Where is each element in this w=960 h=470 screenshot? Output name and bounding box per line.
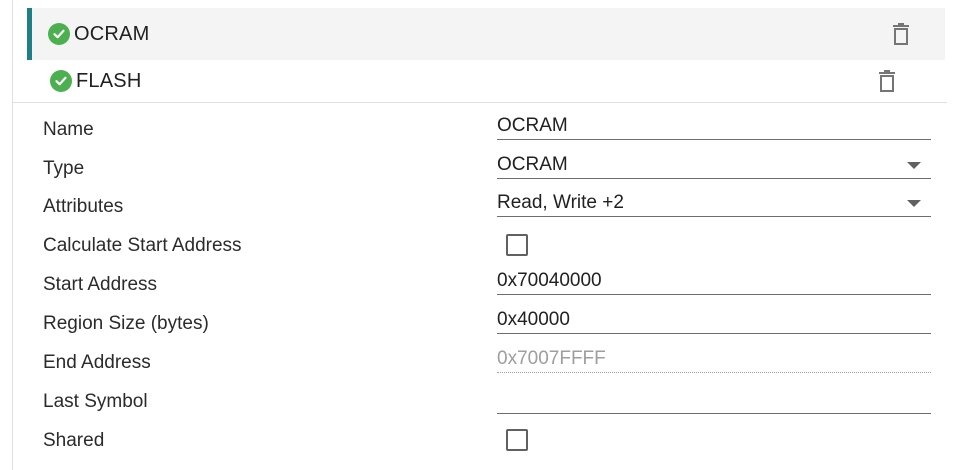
end-address-label: End Address [43, 352, 151, 373]
trash-icon[interactable] [893, 23, 909, 45]
calculate-start-row: Calculate Start Address [43, 234, 943, 264]
attributes-label: Attributes [43, 196, 124, 217]
last-symbol-label: Last Symbol [43, 391, 148, 412]
end-address-row: End Address 0x7007FFFF [43, 348, 943, 381]
shared-row: Shared [43, 429, 943, 459]
attributes-row: Attributes Read, Write +2 [43, 192, 943, 225]
caret-down-icon[interactable] [907, 162, 921, 169]
type-select[interactable]: OCRAM [497, 153, 931, 179]
last-symbol-row: Last Symbol [43, 390, 943, 420]
start-address-input[interactable]: 0x70040000 [497, 269, 931, 295]
shared-label: Shared [43, 430, 105, 451]
region-size-row: Region Size (bytes) 0x40000 [43, 309, 943, 342]
region-size-label: Region Size (bytes) [43, 313, 209, 334]
end-address-field: 0x7007FFFF [497, 347, 931, 373]
attributes-select[interactable]: Read, Write +2 [497, 191, 931, 217]
name-row: Name OCRAM [43, 115, 943, 148]
shared-checkbox[interactable] [506, 429, 528, 451]
start-address-row: Start Address 0x70040000 [43, 270, 943, 303]
type-selected-value: OCRAM [497, 154, 568, 175]
region-title: OCRAM [74, 22, 150, 45]
last-symbol-input[interactable] [497, 388, 931, 414]
calculate-start-label: Calculate Start Address [43, 235, 242, 256]
region-title: FLASH [76, 69, 142, 92]
trash-icon[interactable] [879, 70, 895, 92]
check-circle-icon [50, 70, 72, 92]
type-label: Type [43, 158, 85, 179]
region-header-flash[interactable]: FLASH [13, 60, 947, 103]
memory-regions-panel: OCRAM FLASH Name OCRAM Type OCRAM Attrib… [12, 0, 947, 470]
region-size-input[interactable]: 0x40000 [497, 308, 931, 334]
name-label: Name [43, 119, 94, 140]
start-address-label: Start Address [43, 274, 158, 295]
type-row: Type OCRAM [43, 154, 943, 187]
attributes-selected-value: Read, Write +2 [497, 192, 624, 213]
region-header-ocram[interactable]: OCRAM [27, 8, 945, 60]
name-input[interactable]: OCRAM [497, 114, 931, 140]
calculate-start-checkbox[interactable] [506, 234, 528, 256]
check-circle-icon [48, 23, 70, 45]
caret-down-icon[interactable] [907, 200, 921, 207]
